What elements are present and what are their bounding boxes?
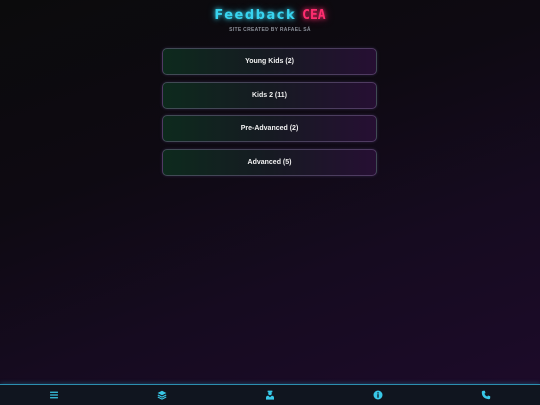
nav-layers-button[interactable]	[150, 386, 174, 404]
menu-icon	[50, 391, 58, 399]
group-card-pre-advanced[interactable]: Pre-Advanced (2)	[162, 115, 377, 142]
site-credit: SITE CREATED BY RAFAEL SÁ	[229, 27, 311, 33]
phone-icon	[481, 390, 491, 400]
bottom-navbar	[0, 384, 540, 405]
group-card-label: Young Kids (2)	[245, 58, 294, 65]
cea-logo: CEA	[302, 8, 326, 23]
nav-info-button[interactable]	[366, 386, 390, 404]
layers-icon	[157, 390, 167, 400]
group-card-advanced[interactable]: Advanced (5)	[162, 148, 377, 176]
title-text: Feedback	[214, 8, 297, 23]
group-card-label: Kids 2 (11)	[251, 91, 287, 99]
page-header: Feedback CEA SITE CREATED BY RAFAEL SÁ	[0, 6, 540, 33]
group-card-label: Advanced (5)	[247, 158, 292, 166]
class-group-list: Young Kids (2) Kids 2 (11) Pre-Advanced …	[162, 48, 377, 182]
nav-teacher-button[interactable]	[258, 386, 282, 404]
group-card-young-kids[interactable]: Young Kids (2)	[162, 48, 377, 75]
page-title: Feedback CEA	[0, 6, 540, 26]
nav-phone-button[interactable]	[474, 386, 498, 404]
info-icon	[373, 390, 383, 400]
group-card-label: Pre-Advanced (2)	[240, 125, 299, 132]
group-card-kids-2[interactable]: Kids 2 (11)	[162, 81, 377, 109]
nav-menu-button[interactable]	[42, 386, 66, 404]
teacher-icon	[266, 390, 274, 400]
